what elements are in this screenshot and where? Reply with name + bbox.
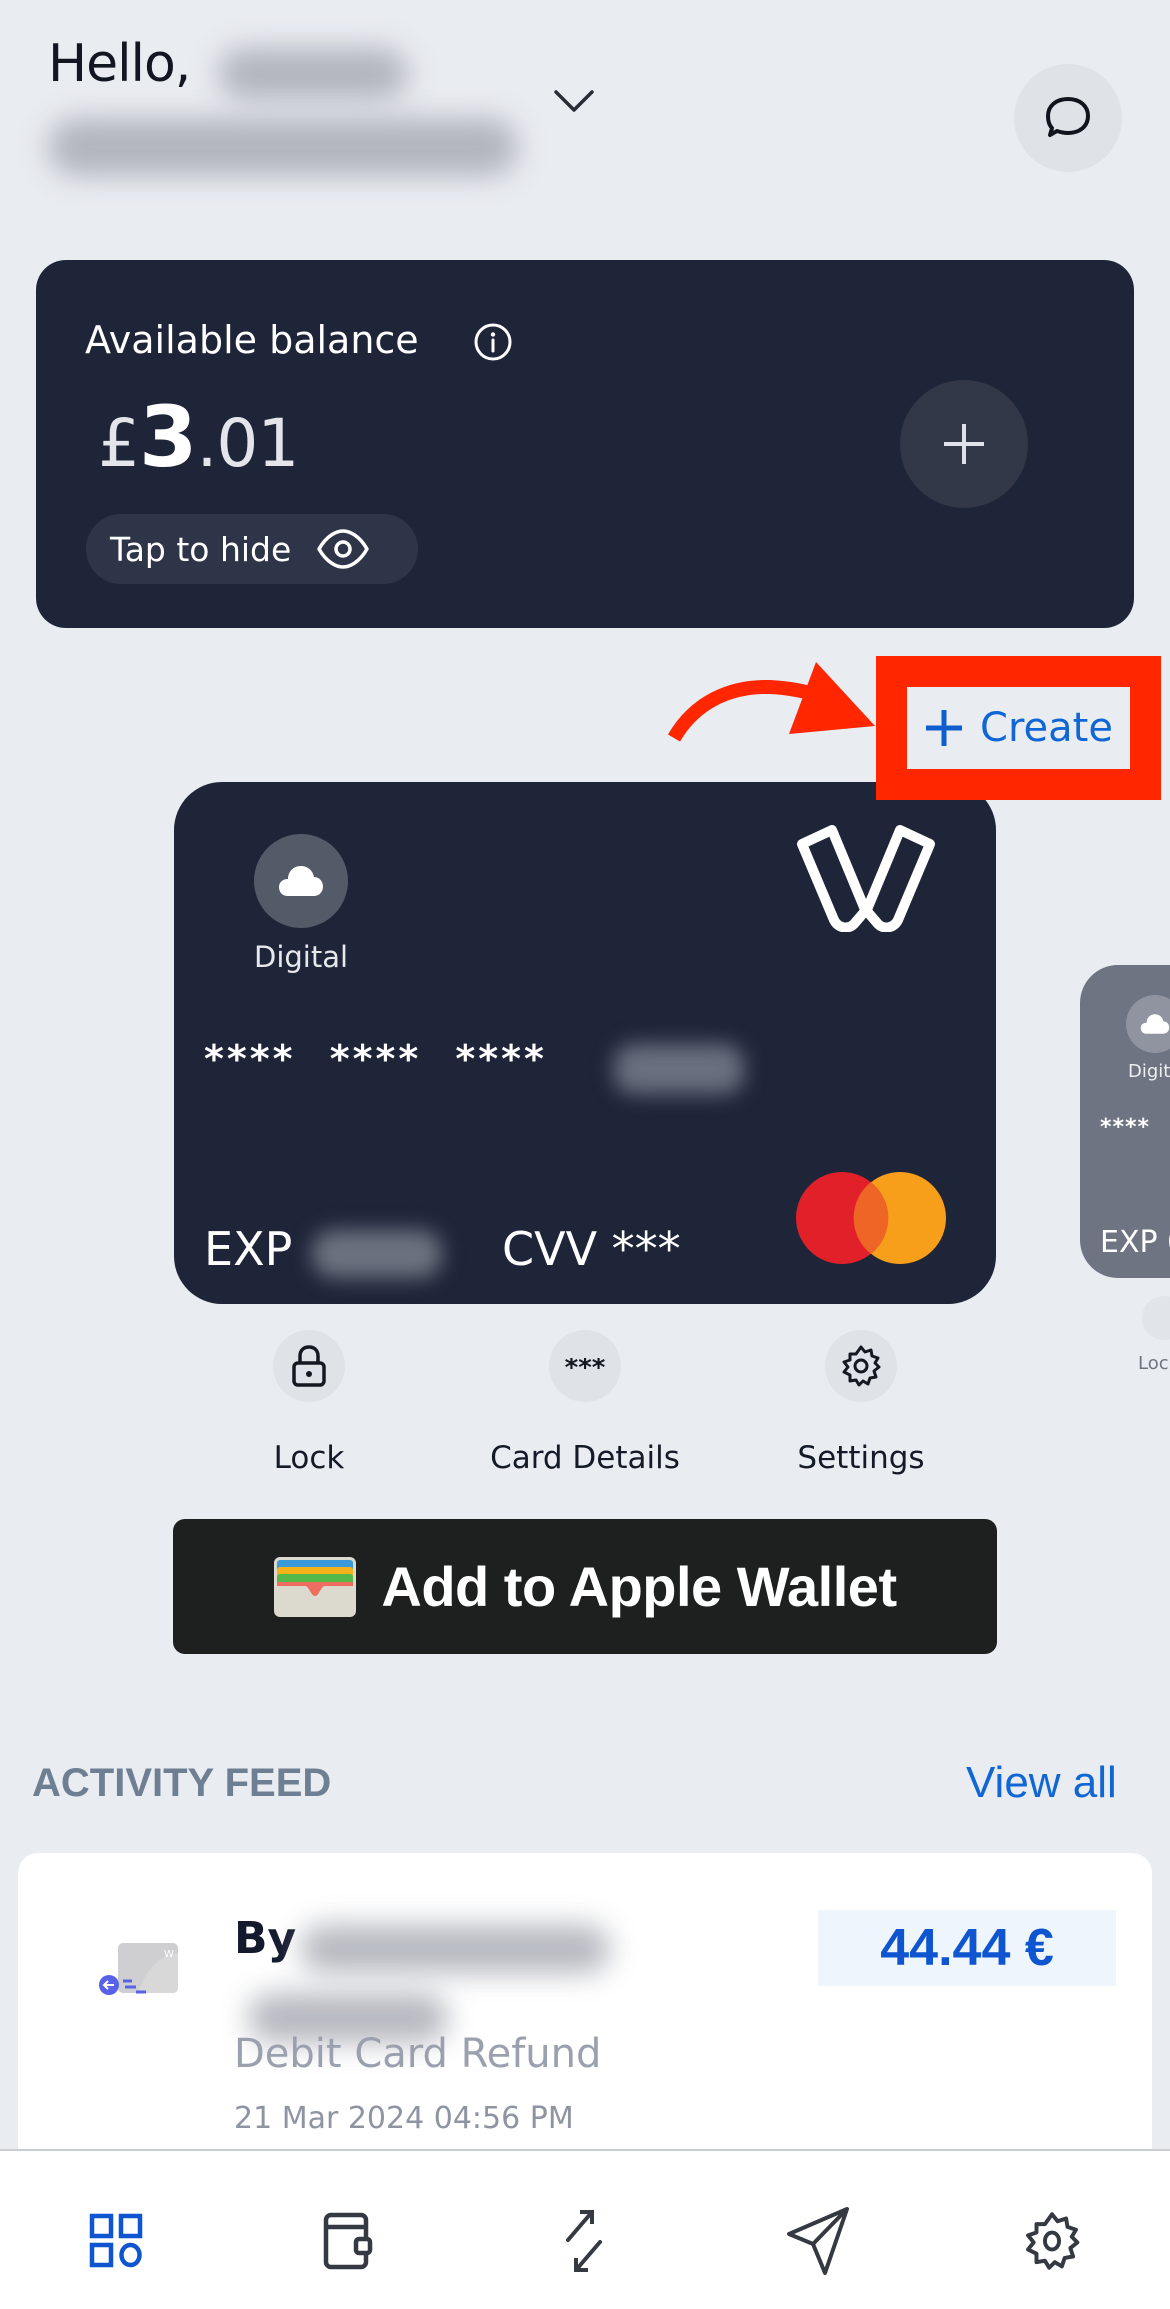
chat-button[interactable] — [1014, 64, 1122, 172]
balance-card: Available balance £3.01 Tap to hide — [36, 260, 1134, 628]
digital-badge — [1126, 995, 1170, 1053]
paper-plane-icon — [787, 2207, 849, 2275]
cloud-icon — [1140, 1014, 1170, 1034]
add-money-button[interactable] — [900, 380, 1028, 508]
create-card-button[interactable]: Create — [908, 687, 1129, 768]
create-label: Create — [980, 704, 1113, 751]
cvv-label: CVV *** — [502, 1222, 681, 1276]
peek-card-exp: EXP 0 — [1100, 1225, 1170, 1260]
balance-label: Available balance — [85, 318, 419, 362]
view-all-link[interactable]: View all — [966, 1758, 1117, 1808]
activity-feed-title: ACTIVITY FEED — [32, 1761, 332, 1805]
lock-icon — [292, 1345, 326, 1387]
w-logo-icon — [797, 825, 935, 932]
transaction-amount-badge: 44.44 € — [818, 1910, 1116, 1986]
eye-icon — [317, 529, 370, 569]
digital-badge — [254, 834, 348, 928]
tab-wallet[interactable] — [310, 2201, 390, 2281]
asterisks-icon: *** — [565, 1358, 606, 1374]
lock-card-button[interactable]: Lock — [199, 1330, 419, 1476]
tab-send[interactable] — [778, 2201, 858, 2281]
tab-settings[interactable] — [1012, 2201, 1092, 2281]
card-details-circle: *** — [549, 1330, 621, 1402]
cloud-icon — [279, 866, 323, 896]
debit-card[interactable]: Digital **** **** **** EXP CVV *** — [174, 782, 996, 1304]
exp-date-redacted — [312, 1230, 442, 1278]
exp-label: EXP — [204, 1222, 293, 1276]
tab-exchange[interactable] — [544, 2201, 624, 2281]
tab-home[interactable] — [77, 2201, 157, 2281]
transaction-amount: 44.44 € — [880, 1919, 1054, 1977]
grid-icon — [89, 2213, 143, 2268]
chevron-down-icon[interactable] — [552, 88, 596, 116]
card-details-label: Card Details — [490, 1440, 680, 1476]
wallet-label: Add to Apple Wallet — [381, 1555, 897, 1618]
svg-text:***: *** — [565, 1358, 606, 1374]
balance-amount: £3.01 — [98, 388, 299, 486]
merchant-name-redacted — [300, 1925, 610, 1973]
user-name-redacted — [218, 48, 408, 100]
peek-card-type: Digital — [1128, 1061, 1170, 1082]
add-to-apple-wallet-button[interactable]: Add to Apple Wallet — [173, 1519, 997, 1654]
transaction-type: Debit Card Refund — [234, 2031, 602, 2077]
info-icon[interactable] — [473, 322, 513, 362]
company-name-redacted — [48, 118, 518, 176]
tap-to-hide-label: Tap to hide — [110, 529, 292, 569]
card-details-button[interactable]: *** Card Details — [475, 1330, 695, 1476]
balance-major: 3 — [139, 388, 197, 486]
wallet-icon — [323, 2212, 373, 2270]
card-last4-redacted — [614, 1044, 744, 1094]
card-number-masked: **** **** **** — [204, 1037, 547, 1081]
chat-bubble-icon — [1046, 97, 1090, 137]
next-card-peek[interactable]: Digital **** EXP 0 — [1080, 965, 1170, 1278]
transaction-prefix: By — [234, 1913, 297, 1964]
card-settings-button[interactable]: Settings — [751, 1330, 971, 1476]
card-settings-circle — [825, 1330, 897, 1402]
peek-lock-button[interactable] — [1142, 1296, 1170, 1340]
lock-label: Lock — [273, 1440, 345, 1476]
greeting: Hello, — [48, 34, 191, 94]
svg-text:W: W — [164, 1949, 174, 1960]
tap-to-hide-button[interactable]: Tap to hide — [86, 514, 418, 584]
card-refund-icon: W — [99, 1943, 178, 1995]
card-type-label: Digital — [254, 940, 349, 974]
gear-icon — [842, 1345, 881, 1387]
annotation-arrow-icon — [667, 662, 875, 742]
transaction-date: 21 Mar 2024 04:56 PM — [234, 2101, 574, 2136]
plus-icon — [944, 424, 984, 464]
balance-minor: .01 — [196, 405, 299, 482]
apple-wallet-icon — [274, 1556, 357, 1617]
gear-icon — [1026, 2212, 1080, 2270]
mastercard-logo-icon — [796, 1172, 946, 1264]
peek-lock-label: Lock — [1138, 1353, 1170, 1374]
plus-icon — [926, 709, 963, 746]
currency-symbol: £ — [98, 405, 140, 482]
bottom-tab-bar — [0, 2149, 1170, 2309]
exchange-arrows-icon — [566, 2210, 602, 2272]
peek-card-number: **** — [1100, 1115, 1151, 1140]
lock-button-circle — [273, 1330, 345, 1402]
settings-label: Settings — [797, 1440, 925, 1476]
